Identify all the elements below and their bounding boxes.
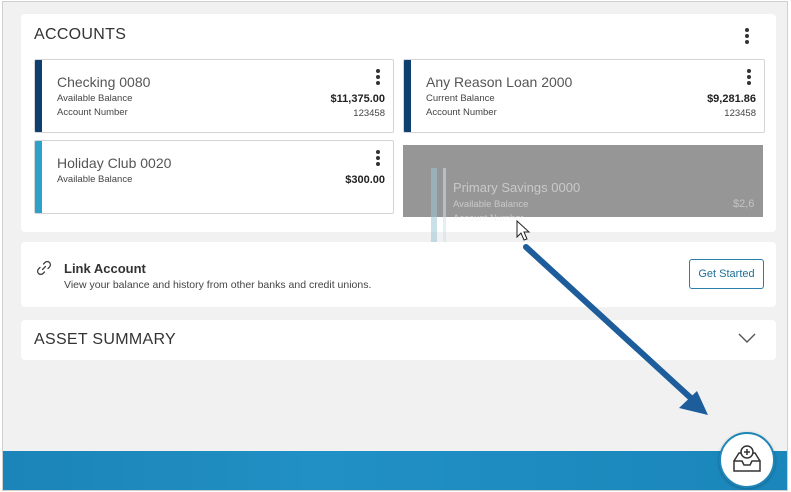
balance-value: $300.00 bbox=[345, 174, 385, 186]
card-menu-icon[interactable] bbox=[373, 69, 383, 87]
account-card-stripe bbox=[35, 141, 42, 213]
balance-value: $9,281.86 bbox=[707, 93, 756, 105]
get-started-button[interactable]: Get Started bbox=[689, 259, 764, 289]
balance-label: Available Balance bbox=[453, 199, 529, 210]
balance-label: Current Balance bbox=[426, 93, 495, 104]
balance-value: $11,375.00 bbox=[330, 93, 385, 105]
account-card-checking[interactable]: Checking 0080 Available Balance Account … bbox=[34, 59, 394, 133]
account-card-stripe bbox=[431, 168, 437, 242]
asset-summary-panel[interactable]: ASSET SUMMARY bbox=[21, 320, 776, 360]
account-card-stripe-shadow bbox=[443, 168, 446, 242]
card-menu-icon[interactable] bbox=[744, 69, 754, 87]
footer-bar bbox=[3, 451, 787, 490]
balance-value: $2,6 bbox=[733, 198, 755, 210]
asset-summary-title: ASSET SUMMARY bbox=[34, 331, 177, 348]
account-number-value: 123458 bbox=[353, 108, 385, 119]
dashboard-frame: ACCOUNTS Checking 0080 Available Balance… bbox=[2, 1, 788, 491]
account-number-label: Account Number bbox=[57, 107, 128, 118]
account-card-stripe bbox=[404, 60, 411, 132]
account-name: Holiday Club 0020 bbox=[57, 155, 172, 171]
account-card-holiday-club[interactable]: Holiday Club 0020 Available Balance $300… bbox=[34, 140, 394, 214]
card-menu-icon[interactable] bbox=[373, 150, 383, 168]
accounts-menu-icon[interactable] bbox=[742, 28, 752, 46]
mouse-cursor-icon bbox=[516, 220, 531, 241]
balance-label: Available Balance bbox=[57, 93, 133, 104]
link-account-description: View your balance and history from other… bbox=[64, 279, 372, 291]
link-account-panel: Link Account View your balance and histo… bbox=[21, 242, 776, 307]
accounts-title: ACCOUNTS bbox=[34, 26, 127, 43]
link-account-title: Link Account bbox=[64, 261, 146, 276]
account-name: Checking 0080 bbox=[57, 74, 151, 90]
link-icon bbox=[36, 260, 52, 276]
account-number-label: Account Number bbox=[426, 107, 497, 118]
account-card-loan[interactable]: Any Reason Loan 2000 Current Balance Acc… bbox=[403, 59, 765, 133]
balance-label: Available Balance bbox=[57, 174, 133, 185]
chevron-down-icon[interactable] bbox=[738, 332, 756, 344]
account-number-label: Account Number bbox=[453, 213, 524, 224]
account-name: Any Reason Loan 2000 bbox=[426, 74, 573, 90]
add-to-inbox-button[interactable] bbox=[719, 432, 775, 488]
account-card-stripe bbox=[35, 60, 42, 132]
account-name: Primary Savings 0000 bbox=[453, 180, 581, 195]
dragging-account-card[interactable]: Primary Savings 0000 Available Balance A… bbox=[431, 168, 761, 242]
inbox-add-icon bbox=[733, 445, 761, 472]
account-number-value: 123458 bbox=[724, 108, 756, 119]
